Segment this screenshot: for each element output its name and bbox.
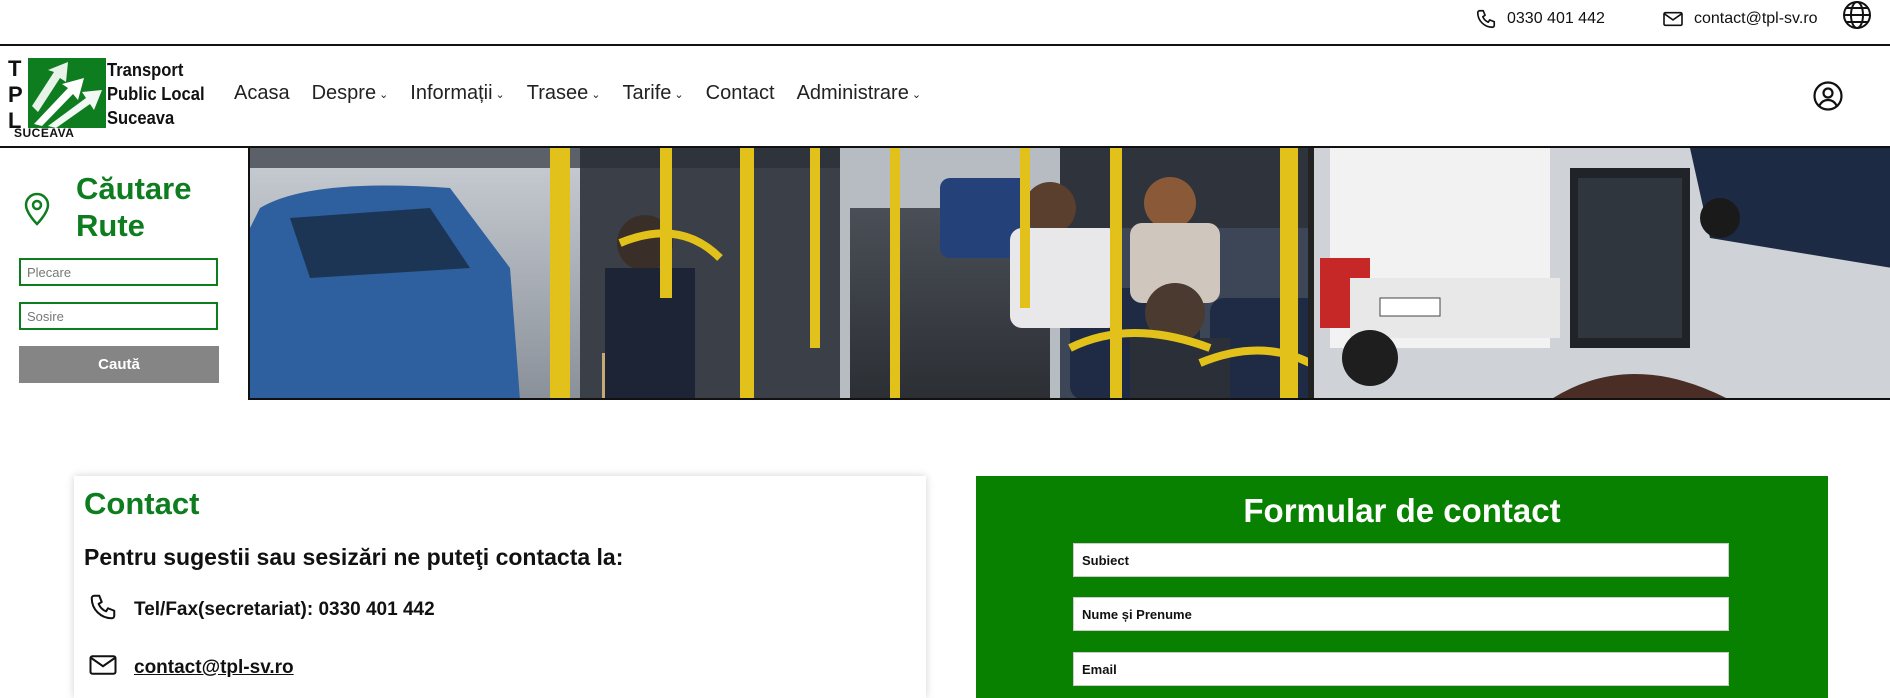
nav-item-trasee[interactable]: Trasee ⌄ — [527, 82, 601, 105]
language-button[interactable] — [1841, 1, 1873, 29]
topbar-phone-text: 0330 401 442 — [1507, 10, 1605, 27]
nav-label: Trasee — [526, 82, 589, 104]
topbar-email-text: contact@tpl-sv.ro — [1694, 10, 1818, 27]
logo-name: Transport Public Local Suceava — [107, 58, 208, 130]
nav-item-despre[interactable]: Despre ⌄ — [312, 82, 389, 105]
nav-label: Informații — [410, 82, 493, 104]
chevron-down-icon: ⌄ — [379, 89, 389, 101]
nav-item-informatii[interactable]: Informații ⌄ — [410, 82, 504, 105]
logo-subtitle: SUCEAVA — [14, 126, 75, 140]
contact-subtitle: Pentru sugestii sau sesizări ne puteţi c… — [84, 544, 624, 570]
subject-input[interactable] — [1073, 543, 1729, 577]
mail-icon — [88, 652, 118, 684]
contact-form: Formular de contact — [976, 476, 1828, 698]
contact-email-row: contact@tpl-sv.ro — [88, 652, 294, 684]
logo-letter-p: P — [8, 82, 23, 107]
nav-item-acasa[interactable]: Acasa — [234, 82, 290, 105]
contact-phone-text: Tel/Fax(secretariat): 0330 401 442 — [134, 599, 435, 620]
nav-label: Contact — [705, 82, 775, 104]
search-button[interactable]: Caută — [19, 346, 219, 383]
contact-form-title: Formular de contact — [1243, 492, 1561, 529]
phone-icon — [88, 592, 118, 628]
phone-icon — [1475, 8, 1497, 30]
site-header: T P L SUCEAVA Transport Public Local Suc… — [0, 46, 1890, 148]
topbar-email[interactable]: contact@tpl-sv.ro — [1662, 8, 1818, 30]
nav-item-administrare[interactable]: Administrare ⌄ — [797, 82, 921, 105]
location-pin-icon — [22, 190, 52, 231]
nav-label: Tarife — [622, 82, 672, 104]
hero-bus-interior-image — [248, 148, 1890, 400]
chevron-down-icon: ⌄ — [674, 89, 684, 101]
topbar-phone[interactable]: 0330 401 442 — [1475, 8, 1605, 30]
nav-label: Administrare — [796, 82, 909, 104]
full-name-input[interactable] — [1073, 597, 1729, 631]
nav-item-tarife[interactable]: Tarife ⌄ — [623, 82, 684, 105]
main-nav: Acasa Despre ⌄ Informații ⌄ Trasee ⌄ Tarife… — [234, 82, 943, 105]
logo-arrows-icon — [28, 58, 106, 128]
nav-label: Acasa — [234, 82, 290, 104]
route-search-title-line: Rute — [76, 208, 145, 243]
route-search-title-line: Căutare — [76, 171, 192, 206]
mail-icon — [1662, 10, 1684, 28]
globe-icon — [1841, 0, 1873, 31]
contact-phone-row: Tel/Fax(secretariat): 0330 401 442 — [88, 592, 435, 628]
logo-name-line: Suceava — [107, 108, 175, 128]
user-account-icon[interactable] — [1812, 80, 1844, 117]
logo-name-line: Public Local — [107, 84, 205, 104]
nav-item-contact[interactable]: Contact — [706, 82, 775, 105]
chevron-down-icon: ⌄ — [495, 89, 505, 101]
chevron-down-icon: ⌄ — [911, 89, 922, 101]
contact-email-link[interactable]: contact@tpl-sv.ro — [134, 657, 294, 679]
contact-title: Contact — [84, 486, 200, 521]
logo-name-line: Transport — [107, 60, 184, 80]
chevron-down-icon: ⌄ — [591, 89, 601, 101]
arrival-input[interactable] — [19, 302, 218, 330]
nav-label: Despre — [311, 82, 377, 104]
route-search-panel: Căutare Rute Caută — [0, 148, 248, 400]
email-input[interactable] — [1073, 652, 1729, 686]
site-logo[interactable]: T P L SUCEAVA Transport Public Local Suc… — [8, 56, 208, 140]
contact-card: Contact Pentru sugestii sau sesizări ne … — [74, 476, 926, 698]
departure-input[interactable] — [19, 258, 218, 286]
route-search-title: Căutare Rute — [76, 170, 191, 244]
logo-letter-t: T — [8, 56, 22, 81]
top-bar: 0330 401 442 contact@tpl-sv.ro — [0, 0, 1890, 46]
